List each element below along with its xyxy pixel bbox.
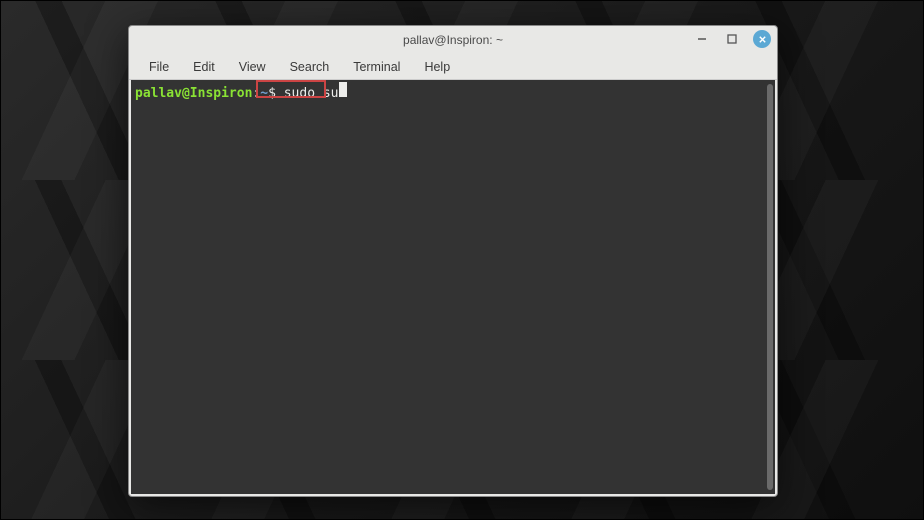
- prompt-path: ~: [260, 86, 268, 103]
- prompt-line: pallav@Inspiron:~$ sudo su: [135, 82, 771, 103]
- menu-view[interactable]: View: [229, 57, 276, 77]
- command-value: sudo su: [284, 86, 339, 101]
- terminal-viewport[interactable]: pallav@Inspiron:~$ sudo su: [131, 80, 775, 494]
- prompt-symbol: $: [268, 86, 276, 103]
- close-button[interactable]: [753, 30, 771, 48]
- menu-help[interactable]: Help: [414, 57, 460, 77]
- scrollbar[interactable]: [767, 84, 773, 490]
- menubar: File Edit View Search Terminal Help: [129, 54, 777, 80]
- prompt-separator: :: [252, 86, 260, 103]
- maximize-icon: [727, 34, 737, 44]
- menu-terminal[interactable]: Terminal: [343, 57, 410, 77]
- menu-search[interactable]: Search: [280, 57, 340, 77]
- minimize-button[interactable]: [693, 30, 711, 48]
- close-icon: [758, 35, 767, 44]
- window-controls: [693, 30, 771, 48]
- window-title: pallav@Inspiron: ~: [403, 33, 503, 47]
- terminal-window: pallav@Inspiron: ~ File Edit View Search…: [128, 25, 778, 497]
- cursor: [339, 82, 347, 97]
- titlebar[interactable]: pallav@Inspiron: ~: [129, 26, 777, 54]
- minimize-icon: [697, 34, 707, 44]
- menu-file[interactable]: File: [139, 57, 179, 77]
- menu-edit[interactable]: Edit: [183, 57, 225, 77]
- maximize-button[interactable]: [723, 30, 741, 48]
- prompt-user-host: pallav@Inspiron: [135, 86, 252, 103]
- command-text: sudo su: [276, 86, 339, 103]
